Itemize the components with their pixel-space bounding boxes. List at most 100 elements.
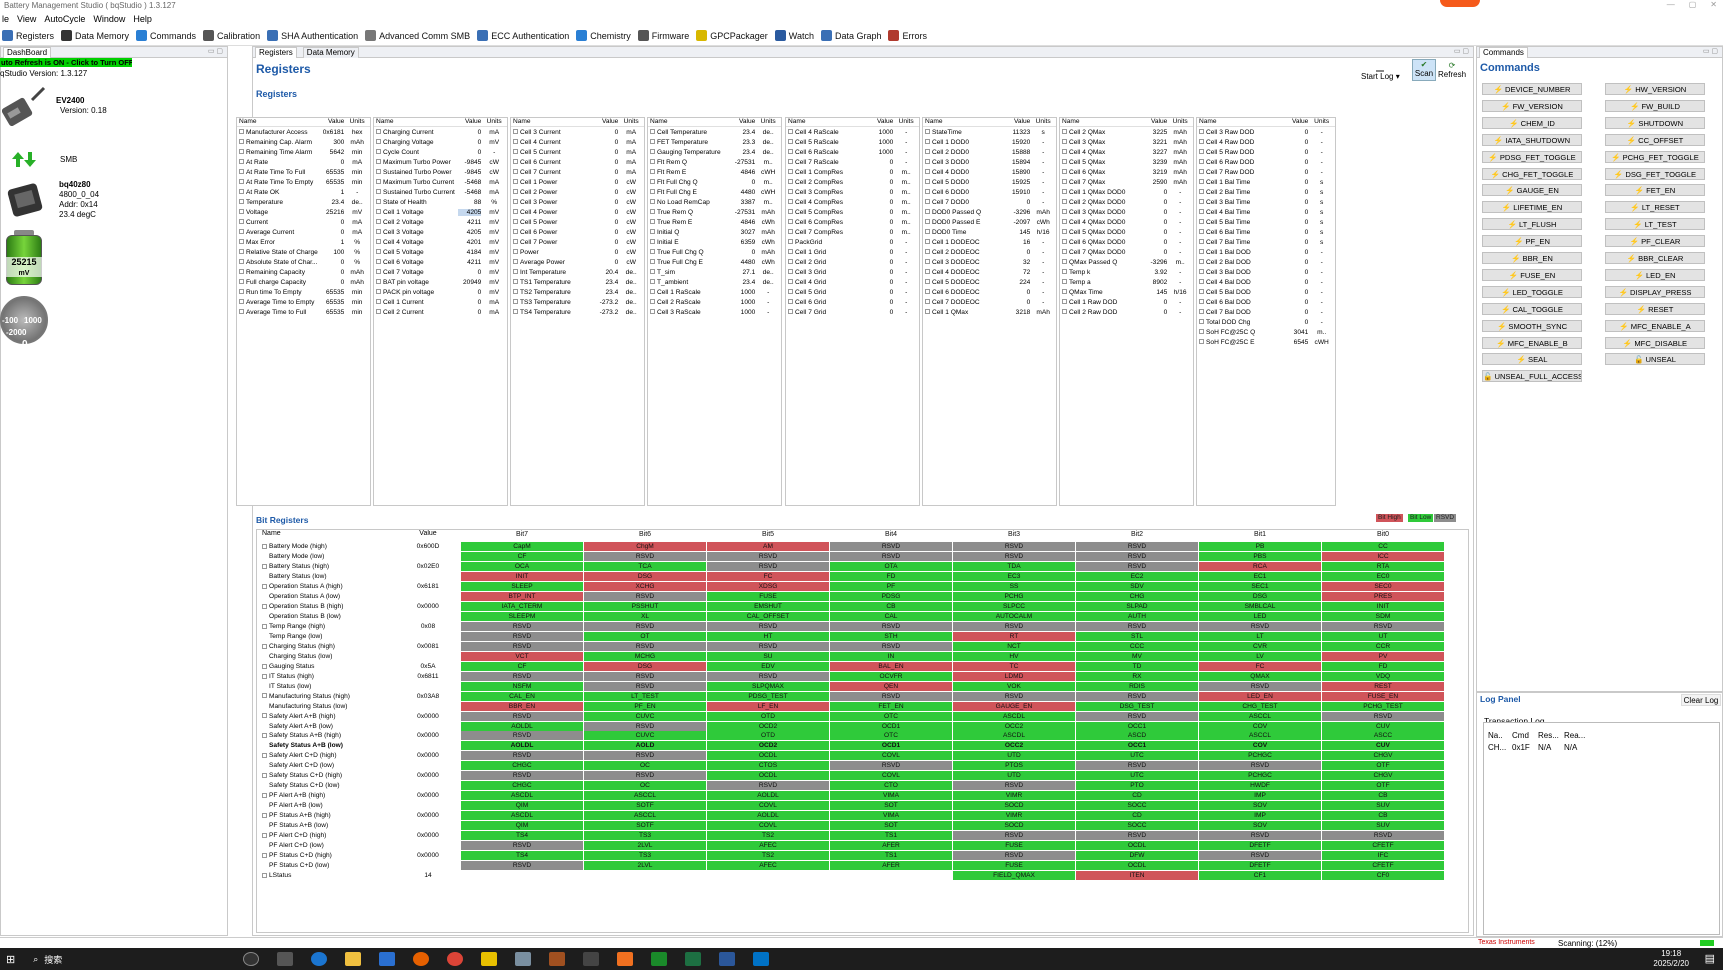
bit-cell[interactable]: RSVD: [1076, 830, 1198, 840]
bit-cell[interactable]: CHG: [1076, 592, 1198, 602]
bit-cell[interactable]: RX: [1076, 671, 1198, 681]
expand-icon[interactable]: [1062, 279, 1067, 285]
bit-cell[interactable]: RSVD: [953, 781, 1075, 791]
register-row[interactable]: Cell 7 Raw DOD 0-: [1197, 167, 1335, 177]
bit-cell[interactable]: LF_EN: [707, 701, 829, 711]
bit-register-row[interactable]: Operation Status B (low) SLEEPM XL CAL_OFFS…: [257, 612, 1445, 622]
bit-cell[interactable]: CF0: [1322, 870, 1444, 880]
refresh-button[interactable]: ⟳ Refresh: [1438, 61, 1466, 79]
register-row[interactable]: Cell 5 CompRes 0 m..: [786, 207, 919, 217]
register-row[interactable]: State of Health 88%: [374, 197, 507, 207]
bit-cell[interactable]: TS2: [707, 830, 829, 840]
bit-cell[interactable]: ICC: [1322, 552, 1444, 562]
bit-cell[interactable]: FC: [1199, 661, 1321, 671]
register-row[interactable]: Cell 5 Bal Time 0 s: [1197, 217, 1335, 227]
bit-cell[interactable]: PF: [830, 582, 952, 592]
register-row[interactable]: Cell 4 DOD0 15890-: [923, 167, 1056, 177]
bit-cell[interactable]: FD: [1322, 661, 1444, 671]
bit-cell[interactable]: PF_EN: [584, 701, 706, 711]
bit-register-row[interactable]: Battery Mode (high) 0x600D CapM ChgM AM RSVD R…: [257, 542, 1445, 552]
bit-cell[interactable]: CF: [461, 661, 583, 671]
register-row[interactable]: SoH FC@25C E 6545 cWH: [1197, 337, 1335, 347]
expand-icon[interactable]: [1199, 129, 1204, 135]
expand-icon[interactable]: [1062, 159, 1067, 165]
bit-cell[interactable]: CHGV: [1322, 771, 1444, 781]
bit-cell[interactable]: EC0: [1322, 572, 1444, 582]
register-row[interactable]: Sustained Turbo Current -5468 mA: [374, 187, 507, 197]
bit-cell[interactable]: ASCC: [1322, 731, 1444, 741]
register-row[interactable]: Max Error 1%: [237, 237, 370, 247]
expand-icon[interactable]: [262, 663, 267, 669]
command-reset-button[interactable]: ⚡ RESET: [1605, 302, 1705, 315]
expand-icon[interactable]: [1062, 239, 1067, 245]
register-row[interactable]: Cell 4 QMax DOD0 0-: [1060, 217, 1193, 227]
expand-icon[interactable]: [262, 812, 267, 818]
expand-icon[interactable]: [925, 229, 930, 235]
register-row[interactable]: Cell 1 CompRes 0 m..: [786, 167, 919, 177]
toolbar-data-memory-button[interactable]: Data Memory: [61, 30, 129, 41]
firefox-icon[interactable]: [413, 952, 430, 966]
command-device-number-button[interactable]: ⚡ DEVICE_NUMBER: [1482, 83, 1582, 95]
bit-cell[interactable]: NCT: [953, 641, 1075, 651]
register-row[interactable]: BAT pin voltage 20949 mV: [374, 277, 507, 287]
bit-cell[interactable]: IN: [830, 651, 952, 661]
register-row[interactable]: QMax Passed Q -3296 m..: [1060, 257, 1193, 267]
register-row[interactable]: Temperature 23.4 de..: [237, 197, 370, 207]
bit-cell[interactable]: TC: [953, 661, 1075, 671]
register-row[interactable]: Cell 3 DODEOC 32-: [923, 257, 1056, 267]
expand-icon[interactable]: [1199, 319, 1204, 325]
register-row[interactable]: Manufacturer Access 0x6181 hex: [237, 127, 370, 137]
register-row[interactable]: Full charge Capacity 0 mAh: [237, 277, 370, 287]
register-row[interactable]: Cell 7 Bal DOD 0-: [1197, 307, 1335, 317]
expand-icon[interactable]: [513, 169, 518, 175]
register-row[interactable]: Temp a 8902-: [1060, 277, 1193, 287]
bit-cell[interactable]: BTP_INT: [461, 592, 583, 602]
bit-register-row[interactable]: Manufacturing Status (low) BBR_EN PF_EN LF_…: [257, 701, 1445, 711]
expand-icon[interactable]: [1199, 139, 1204, 145]
bit-cell[interactable]: SOT: [830, 821, 952, 831]
expand-icon[interactable]: [1062, 139, 1067, 145]
log-row[interactable]: CH... 0x1F N/A N/A: [1484, 740, 1719, 755]
toolbar-smb-button[interactable]: Advanced Comm SMB: [365, 30, 470, 41]
register-row[interactable]: Cell 6 DOD0 15910-: [923, 187, 1056, 197]
bit-cell[interactable]: SOCD: [953, 821, 1075, 831]
command-shutdown-button[interactable]: ⚡ SHUTDOWN: [1605, 116, 1705, 129]
expand-icon[interactable]: [925, 149, 930, 155]
bit-cell[interactable]: SLPCC: [953, 602, 1075, 612]
expand-icon[interactable]: [262, 753, 267, 759]
bit-cell[interactable]: RSVD: [830, 552, 952, 562]
bit-cell[interactable]: QMAX: [1199, 671, 1321, 681]
register-row[interactable]: Cell 4 Power 0 cW: [511, 207, 644, 217]
register-row[interactable]: Cell 6 RaScale 1000-: [786, 147, 919, 157]
register-row[interactable]: Temp k 3.92-: [1060, 267, 1193, 277]
expand-icon[interactable]: [239, 239, 244, 245]
bit-cell[interactable]: OTF: [1322, 761, 1444, 771]
command-fw-version-button[interactable]: ⚡ FW_VERSION: [1482, 99, 1582, 112]
bit-cell[interactable]: RSVD: [707, 781, 829, 791]
bit-cell[interactable]: XDSG: [707, 582, 829, 592]
bit-cell[interactable]: RTA: [1322, 562, 1444, 572]
expand-icon[interactable]: [239, 149, 244, 155]
bit-cell[interactable]: TS3: [584, 830, 706, 840]
expand-icon[interactable]: [1199, 239, 1204, 245]
register-row[interactable]: Cell 5 DOD0 15925-: [923, 177, 1056, 187]
bit-cell[interactable]: RSVD: [461, 631, 583, 641]
expand-icon[interactable]: [925, 189, 930, 195]
register-row[interactable]: Cell 7 CompRes 0 m..: [786, 227, 919, 237]
register-row[interactable]: Flt Full Chg Q 0 m..: [648, 177, 781, 187]
expand-icon[interactable]: [513, 179, 518, 185]
bit-cell[interactable]: IFC: [1322, 850, 1444, 860]
expand-icon[interactable]: [1062, 189, 1067, 195]
bit-cell[interactable]: TDA: [953, 562, 1075, 572]
expand-icon[interactable]: [788, 159, 793, 165]
bit-cell[interactable]: AOLDL: [707, 811, 829, 821]
toolbar-ecc-button[interactable]: ECC Authentication: [477, 30, 569, 41]
command-pdsg-fet-toggle-button[interactable]: ⚡ PDSG_FET_TOGGLE: [1482, 150, 1582, 163]
expand-icon[interactable]: [788, 189, 793, 195]
bit-cell[interactable]: OCVFR: [830, 671, 952, 681]
command-lifetime-en-button[interactable]: ⚡ LIFETIME_EN: [1482, 201, 1582, 214]
command-chg-fet-toggle-button[interactable]: ⚡ CHG_FET_TOGGLE: [1482, 167, 1582, 180]
bit-register-row[interactable]: Charging Status (low) VCT MCHG SU IN HV MV LV PV: [257, 651, 1445, 661]
command-cc-offset-button[interactable]: ⚡ CC_OFFSET: [1605, 133, 1705, 146]
bit-cell[interactable]: TS1: [830, 850, 952, 860]
